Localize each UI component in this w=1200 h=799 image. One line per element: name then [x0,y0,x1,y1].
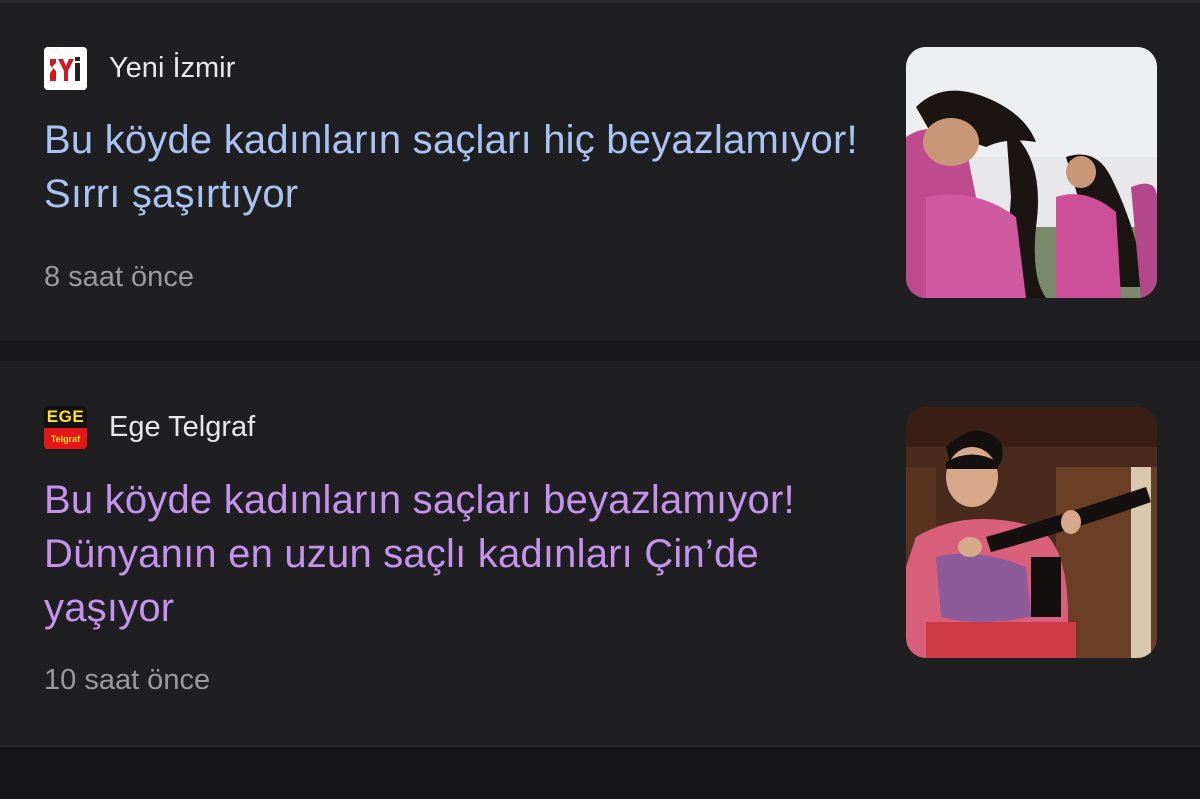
logo-text-top: EGE [46,407,85,426]
card-separator [0,341,1200,361]
woman-long-hair-photo-icon [906,407,1157,658]
news-card[interactable]: EGE Telgraf Ege Telgraf Bu köyde kadınla… [0,361,1200,747]
headline-link[interactable]: Bu köyde kadınların saçları beyazlamıyor… [44,473,884,635]
source-row: EGE Telgraf Ege Telgraf [44,406,255,449]
news-card[interactable]: Yeni İzmir Bu köyde kadınların saçları h… [0,3,1200,343]
women-long-hair-photo-icon [906,47,1157,298]
ege-telgraf-logo-icon: EGE Telgraf [44,406,87,449]
yeni-izmir-logo-icon [44,47,87,90]
article-thumbnail[interactable] [906,407,1157,658]
source-name: Ege Telgraf [109,411,256,443]
article-thumbnail[interactable] [906,47,1157,298]
source-row: Yeni İzmir [44,47,235,90]
logo-text-bottom: Telgraf [50,433,81,444]
headline-link[interactable]: Bu köyde kadınların saçları hiç beyazlam… [44,113,884,221]
timestamp: 8 saat önce [44,261,194,293]
source-name: Yeni İzmir [109,52,236,84]
timestamp: 10 saat önce [44,664,211,696]
